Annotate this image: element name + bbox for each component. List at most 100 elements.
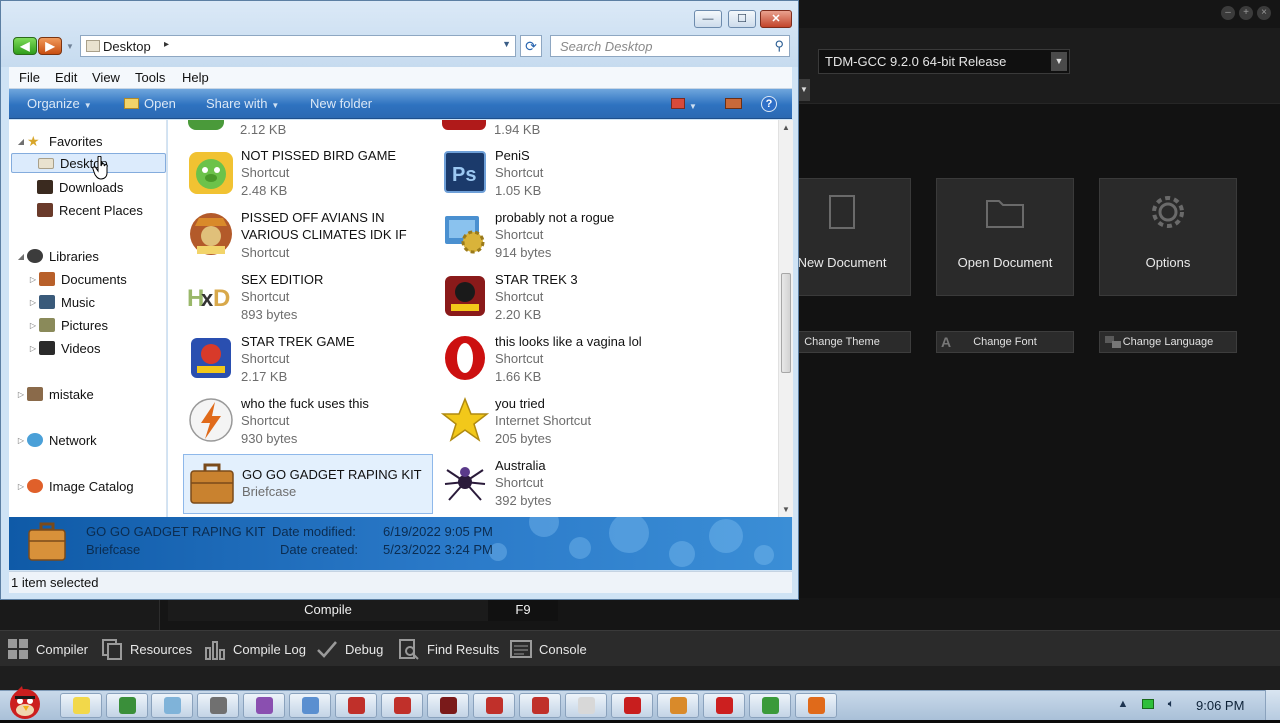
- open-document-tile[interactable]: Open Document: [936, 178, 1074, 296]
- recent-pages-button[interactable]: ▼: [66, 41, 76, 53]
- nav-libraries[interactable]: ◢ Libraries: [15, 246, 99, 266]
- file-item[interactable]: HxD SEX EDITIOR Shortcut 893 bytes: [183, 268, 433, 328]
- file-item[interactable]: this looks like a vagina lol Shortcut 1.…: [437, 330, 687, 390]
- new-folder-button[interactable]: New folder: [310, 96, 372, 111]
- compiler-select[interactable]: TDM-GCC 9.2.0 64-bit Release ▼: [818, 49, 1070, 74]
- menu-edit[interactable]: Edit: [55, 70, 77, 85]
- taskbar-button[interactable]: [427, 693, 469, 718]
- close-button[interactable]: ✕: [760, 10, 792, 28]
- show-hidden-icons-icon[interactable]: ▲: [1116, 697, 1130, 711]
- taskbar-button[interactable]: [519, 693, 561, 718]
- expand-icon[interactable]: ▷: [27, 298, 39, 307]
- nav-favorites[interactable]: ◢ ★ Favorites: [15, 131, 103, 151]
- taskbar-button[interactable]: [151, 693, 193, 718]
- change-font-button[interactable]: A Change Font: [936, 331, 1074, 353]
- open-button[interactable]: Open: [124, 96, 176, 111]
- nav-downloads[interactable]: Downloads: [37, 177, 123, 197]
- nav-documents[interactable]: ▷ Documents: [27, 269, 127, 289]
- organize-button[interactable]: Organize ▼: [27, 96, 92, 111]
- menu-view[interactable]: View: [92, 70, 120, 85]
- expand-icon[interactable]: ▷: [27, 344, 39, 353]
- chevron-down-icon[interactable]: ▼: [1051, 52, 1067, 71]
- tab-compile-log[interactable]: Compile Log: [203, 635, 306, 663]
- taskbar-button[interactable]: [795, 693, 837, 718]
- taskbar-button[interactable]: [335, 693, 377, 718]
- taskbar-button[interactable]: [381, 693, 423, 718]
- ide-minimize-button[interactable]: –: [1221, 6, 1235, 20]
- nav-recent-places[interactable]: Recent Places: [37, 200, 143, 220]
- share-with-button[interactable]: Share with ▼: [206, 96, 279, 111]
- expand-icon[interactable]: ▷: [27, 321, 39, 330]
- address-dropdown-icon[interactable]: ▼: [502, 39, 511, 49]
- back-button[interactable]: ◀: [13, 37, 37, 55]
- expand-icon[interactable]: ▷: [15, 390, 27, 399]
- expand-icon[interactable]: ▷: [15, 436, 27, 445]
- menu-tools[interactable]: Tools: [135, 70, 165, 85]
- clock[interactable]: 9:06 PM: [1196, 698, 1244, 713]
- tab-console[interactable]: Console: [509, 635, 587, 663]
- tab-debug[interactable]: Debug: [315, 635, 383, 663]
- nav-pictures[interactable]: ▷ Pictures: [27, 315, 108, 335]
- minimize-button[interactable]: —: [694, 10, 722, 28]
- file-item-selected[interactable]: GO GO GADGET RAPING KIT Briefcase: [183, 454, 433, 514]
- nav-network[interactable]: ▷ Network: [15, 430, 97, 450]
- expand-icon[interactable]: ▷: [27, 275, 39, 284]
- toolbar-dropdown[interactable]: ▼: [798, 79, 810, 101]
- taskbar-button[interactable]: [749, 693, 791, 718]
- taskbar-button[interactable]: [657, 693, 699, 718]
- forward-button[interactable]: ▶: [38, 37, 62, 55]
- help-button[interactable]: ?: [761, 95, 777, 112]
- tab-find-results[interactable]: Find Results: [397, 635, 499, 663]
- vertical-scrollbar[interactable]: ▲ ▼: [778, 120, 793, 517]
- file-item[interactable]: you tried Internet Shortcut 205 bytes: [437, 392, 687, 452]
- scrollbar-thumb[interactable]: [781, 273, 791, 373]
- preview-pane-button[interactable]: [725, 97, 742, 112]
- address-location[interactable]: Desktop: [103, 39, 151, 54]
- breadcrumb-separator[interactable]: ▸: [164, 39, 169, 50]
- taskbar-button[interactable]: [473, 693, 515, 718]
- search-input[interactable]: Search Desktop ⚲: [550, 35, 790, 57]
- taskbar-button[interactable]: [197, 693, 239, 718]
- view-options-button[interactable]: ▼: [671, 97, 697, 112]
- taskbar-button[interactable]: [611, 693, 653, 718]
- volume-icon[interactable]: 🔈︎: [1164, 697, 1178, 711]
- address-bar[interactable]: Desktop ▸ ▼: [80, 35, 516, 57]
- tab-resources[interactable]: Resources: [100, 635, 192, 663]
- compile-command[interactable]: Compile: [168, 599, 488, 621]
- start-button[interactable]: [0, 682, 54, 720]
- maximize-button[interactable]: ☐: [728, 10, 756, 28]
- file-item[interactable]: Australia Shortcut 392 bytes: [437, 454, 687, 514]
- collapse-icon[interactable]: ◢: [15, 252, 27, 261]
- expand-icon[interactable]: ▷: [15, 482, 27, 491]
- file-item[interactable]: who the fuck uses this Shortcut 930 byte…: [183, 392, 433, 452]
- battery-icon[interactable]: [1141, 697, 1155, 711]
- taskbar-button[interactable]: [703, 693, 745, 718]
- ide-close-button[interactable]: ×: [1257, 6, 1271, 20]
- taskbar-button[interactable]: [60, 693, 102, 718]
- nav-mistake[interactable]: ▷ mistake: [15, 384, 94, 404]
- file-item[interactable]: STAR TREK 3 Shortcut 2.20 KB: [437, 268, 687, 328]
- scroll-up-icon[interactable]: ▲: [782, 123, 790, 132]
- menu-help[interactable]: Help: [182, 70, 209, 85]
- file-item[interactable]: Ps PeniS Shortcut 1.05 KB: [437, 144, 687, 204]
- nav-desktop[interactable]: Desktop: [11, 153, 166, 173]
- file-item[interactable]: STAR TREK GAME Shortcut 2.17 KB: [183, 330, 433, 390]
- show-desktop-button[interactable]: [1265, 690, 1280, 720]
- file-item[interactable]: PISSED OFF AVIANS IN VARIOUS CLIMATES ID…: [183, 206, 433, 266]
- refresh-button[interactable]: ⟳: [520, 35, 542, 57]
- collapse-icon[interactable]: ◢: [15, 137, 27, 146]
- scroll-down-icon[interactable]: ▼: [782, 505, 790, 514]
- ide-maximize-button[interactable]: +: [1239, 6, 1253, 20]
- taskbar-button[interactable]: [289, 693, 331, 718]
- nav-music[interactable]: ▷ Music: [27, 292, 95, 312]
- tab-compiler[interactable]: Compiler: [6, 635, 88, 663]
- options-tile[interactable]: Options: [1099, 178, 1237, 296]
- file-item[interactable]: probably not a rogue Shortcut 914 bytes: [437, 206, 687, 266]
- change-language-button[interactable]: Change Language: [1099, 331, 1237, 353]
- taskbar-button[interactable]: [565, 693, 607, 718]
- nav-videos[interactable]: ▷ Videos: [27, 338, 101, 358]
- taskbar-button[interactable]: [243, 693, 285, 718]
- nav-image-catalog[interactable]: ▷ Image Catalog: [15, 476, 134, 496]
- taskbar-button[interactable]: [106, 693, 148, 718]
- menu-file[interactable]: File: [19, 70, 40, 85]
